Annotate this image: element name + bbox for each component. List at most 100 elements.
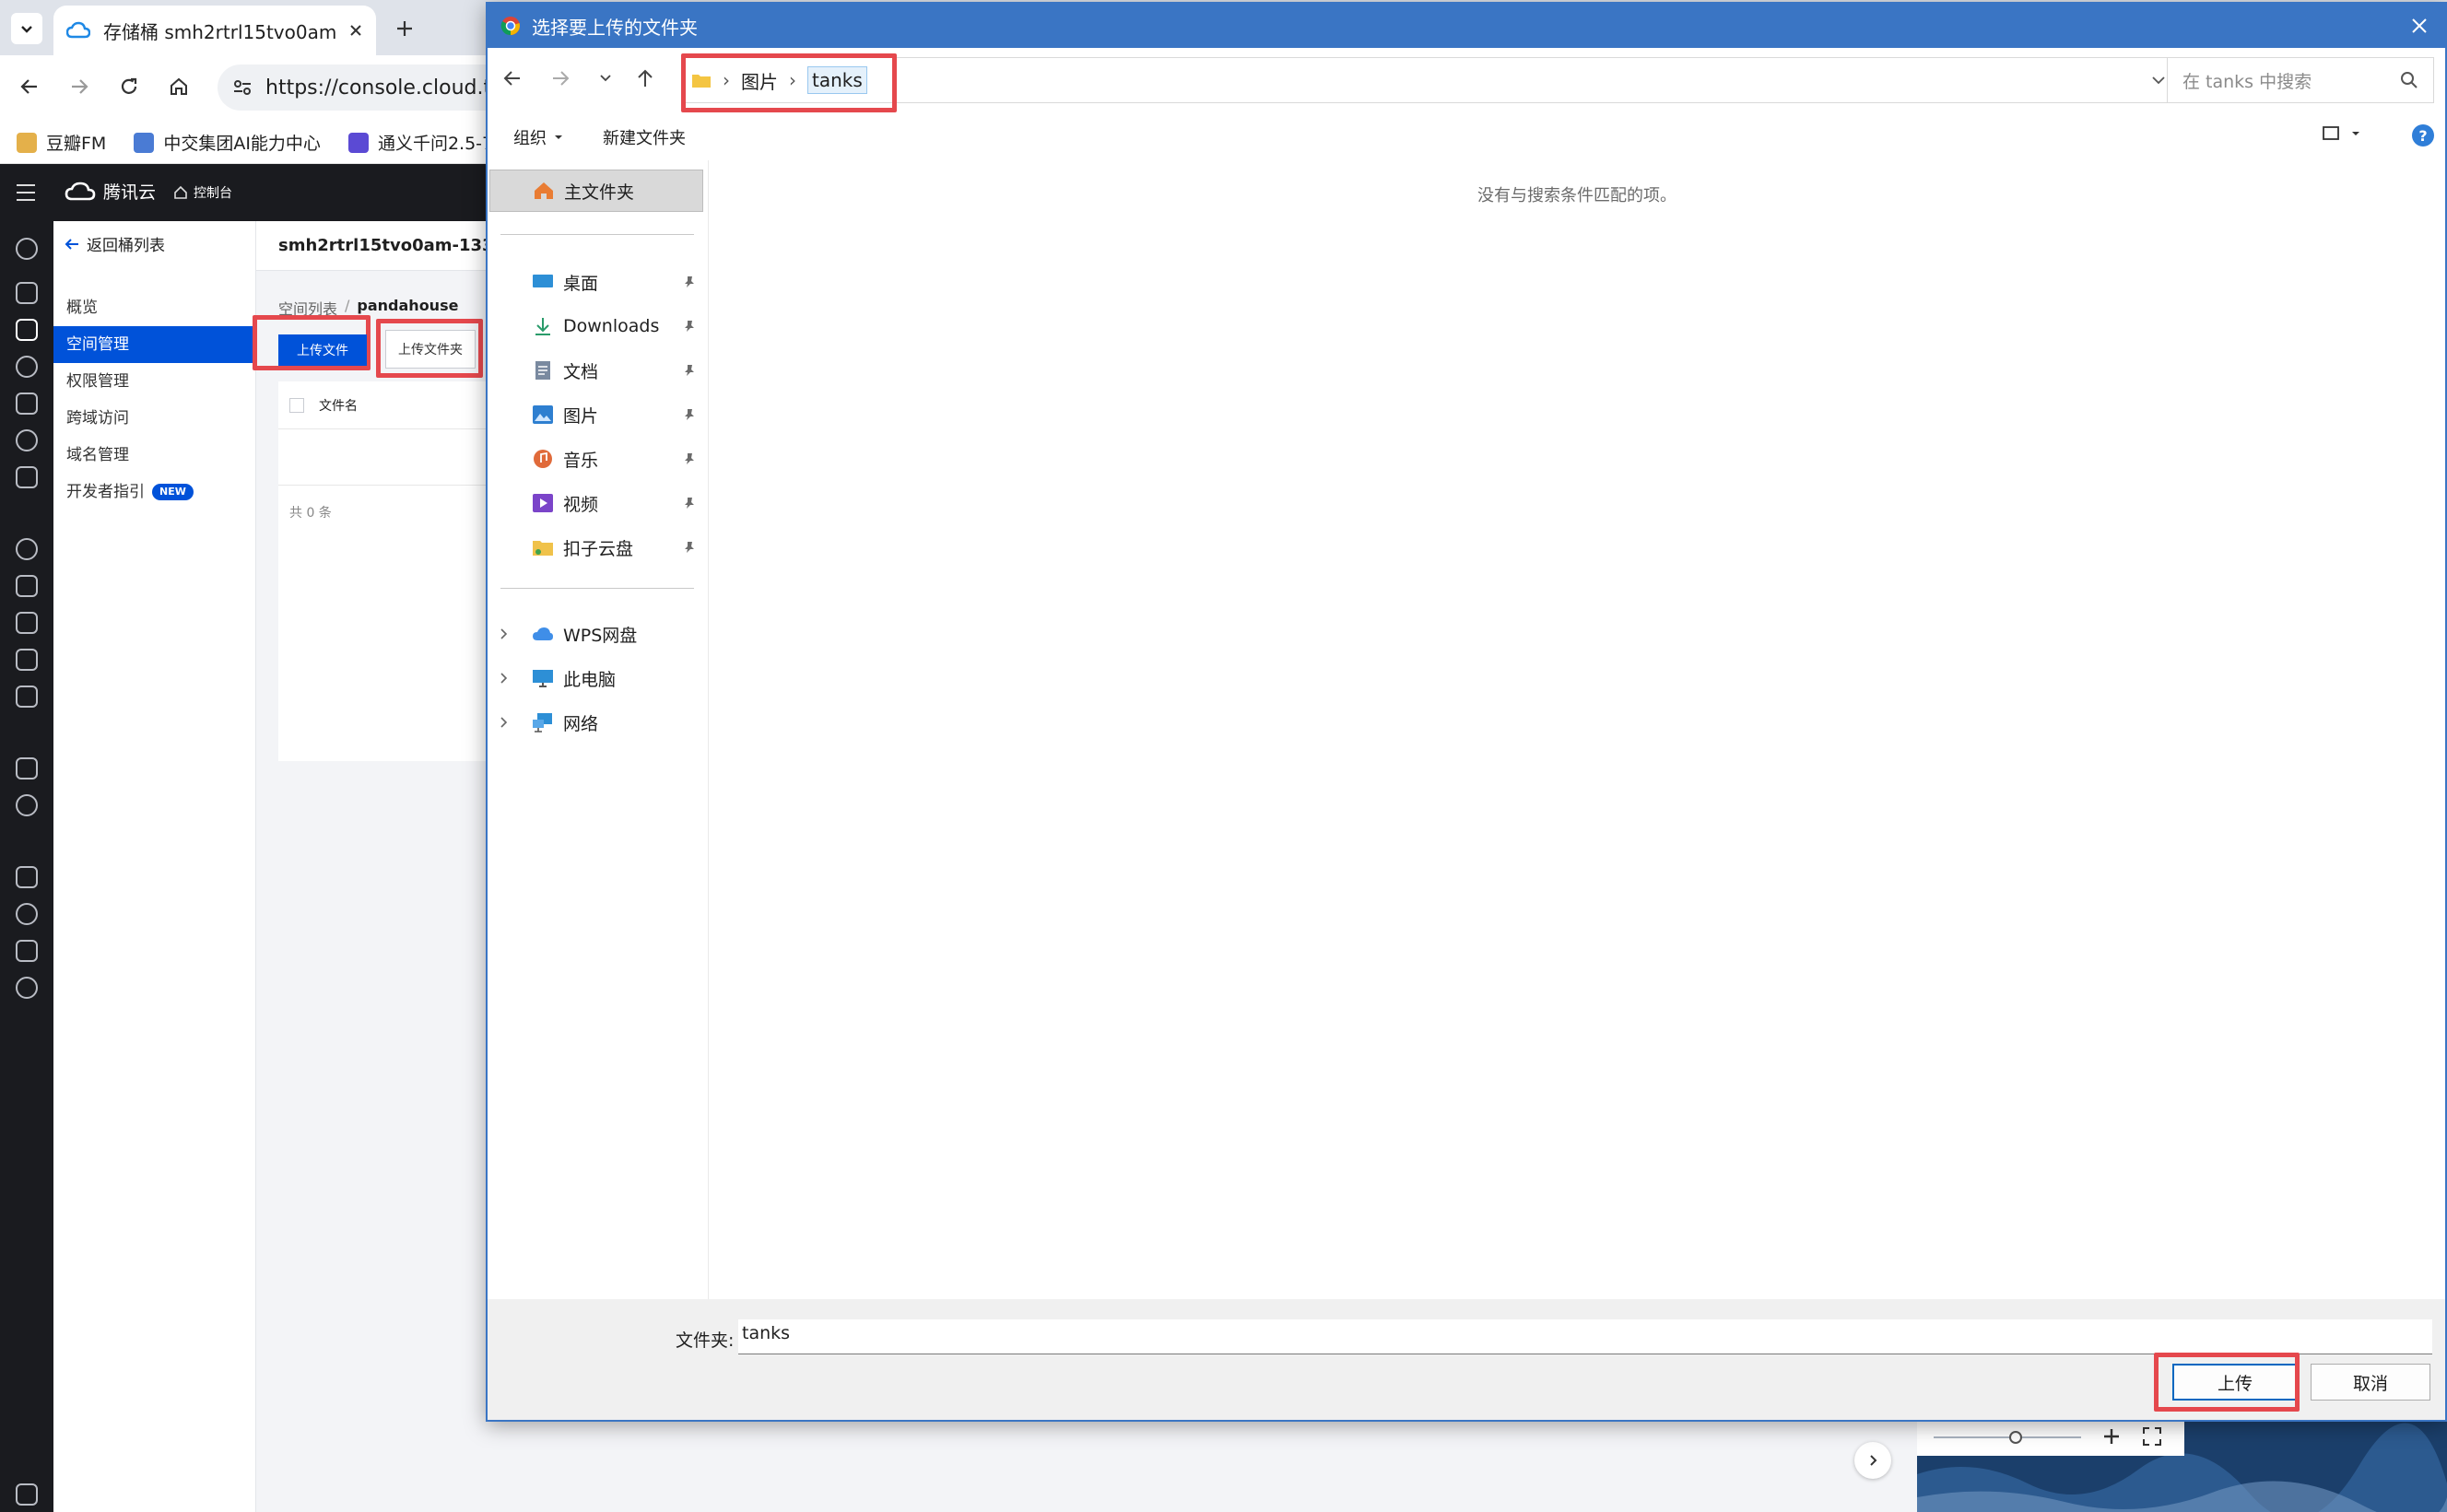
pin-icon[interactable] bbox=[683, 275, 696, 288]
back-label: 返回桶列表 bbox=[87, 237, 165, 255]
folder-name-value: tanks bbox=[742, 1323, 791, 1343]
sidebar-item-domains[interactable]: 域名管理 bbox=[53, 437, 256, 474]
sidebar-item-cors[interactable]: 跨域访问 bbox=[53, 400, 256, 437]
bookmark-item[interactable]: 通义千问2.5-7B bbox=[347, 130, 505, 155]
cancel-button[interactable]: 取消 bbox=[2311, 1364, 2430, 1401]
pin-icon[interactable] bbox=[683, 364, 696, 377]
chevron-right-icon[interactable] bbox=[499, 672, 510, 685]
product-database-icon[interactable] bbox=[16, 686, 38, 708]
pin-icon[interactable] bbox=[683, 408, 696, 421]
site-info-icon[interactable] bbox=[232, 77, 253, 98]
back-button[interactable] bbox=[11, 68, 48, 105]
product-link-icon[interactable] bbox=[16, 356, 38, 378]
sidebar-item-space-management[interactable]: 空间管理 bbox=[53, 326, 256, 363]
dialog-navigation-pane: 主文件夹 桌面 Downloads 文档 图片 音乐 视频 扣子云盘 WPS网盘… bbox=[488, 160, 709, 1299]
sidebar-item-overview[interactable]: 概览 bbox=[53, 289, 256, 326]
product-shield-icon[interactable] bbox=[16, 903, 38, 925]
zoom-slider-track[interactable] bbox=[1934, 1436, 2081, 1438]
brand[interactable]: 腾讯云 bbox=[65, 179, 156, 204]
forward-icon[interactable] bbox=[550, 68, 571, 88]
chevron-right-icon[interactable] bbox=[499, 716, 510, 729]
bookmark-item[interactable]: 豆瓣FM bbox=[17, 130, 106, 155]
up-icon[interactable] bbox=[635, 68, 655, 88]
console-home-link[interactable]: 控制台 bbox=[173, 183, 232, 202]
network-icon bbox=[533, 713, 552, 733]
zoom-slider-handle[interactable] bbox=[2009, 1431, 2022, 1444]
nav-item-desktop[interactable]: 桌面 bbox=[488, 260, 709, 304]
upload-folder-button[interactable]: 上传文件夹 bbox=[385, 330, 476, 369]
nav-item-videos[interactable]: 视频 bbox=[488, 481, 709, 525]
nav-item-documents[interactable]: 文档 bbox=[488, 348, 709, 393]
address-breadcrumb[interactable]: › 图片 › tanks bbox=[681, 57, 2187, 103]
product-chart-icon[interactable] bbox=[16, 940, 38, 962]
product-layers-icon[interactable] bbox=[16, 612, 38, 634]
chevron-right-icon[interactable] bbox=[499, 627, 510, 640]
back-to-bucket-list[interactable]: 返回桶列表 bbox=[65, 232, 165, 255]
product-hexagon-icon[interactable] bbox=[16, 238, 38, 260]
product-db-icon[interactable] bbox=[16, 866, 38, 888]
product-search-icon[interactable] bbox=[16, 538, 38, 560]
nav-item-coze-drive[interactable]: 扣子云盘 bbox=[488, 525, 709, 569]
new-tab-button[interactable] bbox=[389, 13, 420, 44]
folder-name-input[interactable]: tanks bbox=[738, 1319, 2432, 1354]
pin-icon[interactable] bbox=[683, 497, 696, 510]
close-icon[interactable] bbox=[348, 23, 363, 38]
view-icon bbox=[2323, 126, 2339, 140]
recent-locations-icon[interactable] bbox=[598, 70, 613, 85]
search-icon bbox=[2401, 72, 2418, 88]
pin-icon[interactable] bbox=[683, 541, 696, 554]
product-grid-icon[interactable] bbox=[16, 575, 38, 597]
nav-item-network[interactable]: 网络 bbox=[488, 700, 709, 744]
product-target-icon[interactable] bbox=[16, 429, 38, 451]
product-zoom-icon[interactable] bbox=[16, 794, 38, 816]
product-trash-icon[interactable] bbox=[16, 757, 38, 779]
product-monitor-icon[interactable] bbox=[16, 393, 38, 415]
select-all-checkbox[interactable] bbox=[289, 397, 304, 413]
organize-menu[interactable]: 组织 bbox=[513, 125, 563, 149]
caret-down-icon bbox=[2352, 132, 2359, 135]
product-list-icon[interactable] bbox=[16, 649, 38, 671]
pin-icon[interactable] bbox=[683, 452, 696, 465]
new-folder-button[interactable]: 新建文件夹 bbox=[603, 125, 686, 149]
nav-item-downloads[interactable]: Downloads bbox=[488, 304, 709, 348]
arrow-left-icon bbox=[65, 238, 78, 250]
arrow-right-icon bbox=[72, 79, 88, 94]
zoom-in-icon[interactable] bbox=[2101, 1426, 2122, 1447]
bookmark-favicon-icon bbox=[17, 132, 37, 153]
bookmark-label: 豆瓣FM bbox=[46, 134, 107, 154]
nav-item-this-pc[interactable]: 此电脑 bbox=[488, 656, 709, 700]
new-badge: NEW bbox=[152, 484, 194, 500]
next-button[interactable] bbox=[1854, 1442, 1891, 1479]
home-button[interactable] bbox=[160, 68, 197, 105]
folder-icon bbox=[533, 541, 553, 556]
close-icon bbox=[2412, 18, 2427, 33]
tab-search-button[interactable] bbox=[11, 13, 42, 44]
nav-item-wps-drive[interactable]: WPS网盘 bbox=[488, 612, 709, 656]
cloud-icon bbox=[533, 627, 553, 640]
nav-item-pictures[interactable]: 图片 bbox=[488, 393, 709, 437]
browser-tab-active[interactable]: 存储桶 smh2rtrl15tvo0am-13 bbox=[53, 6, 376, 55]
dialog-search-input[interactable]: 在 tanks 中搜索 bbox=[2167, 57, 2434, 103]
product-settings-icon[interactable] bbox=[16, 977, 38, 999]
back-icon[interactable] bbox=[502, 68, 523, 88]
pin-icon[interactable] bbox=[683, 320, 696, 333]
dialog-close-button[interactable] bbox=[2403, 9, 2436, 42]
help-icon[interactable]: ? bbox=[2412, 124, 2434, 147]
sidebar-item-permissions[interactable]: 权限管理 bbox=[53, 363, 256, 400]
view-options[interactable] bbox=[2322, 125, 2360, 142]
menu-icon[interactable] bbox=[15, 182, 37, 203]
collapse-rail-icon[interactable] bbox=[16, 1483, 38, 1506]
nav-item-music[interactable]: 音乐 bbox=[488, 437, 709, 481]
divider bbox=[500, 234, 694, 235]
fullscreen-icon[interactable] bbox=[2142, 1426, 2162, 1447]
product-box-icon[interactable] bbox=[16, 466, 38, 488]
product-dashboard-icon[interactable] bbox=[16, 282, 38, 304]
forward-button[interactable] bbox=[61, 68, 98, 105]
nav-item-home[interactable]: 主文件夹 bbox=[489, 170, 703, 212]
folder-field-label: 文件夹: bbox=[676, 1330, 735, 1351]
reload-button[interactable] bbox=[111, 68, 147, 105]
bookmark-item[interactable]: 中交集团AI能力中心 bbox=[134, 130, 321, 155]
sidebar-item-developer-guide[interactable]: 开发者指引 NEW bbox=[53, 474, 256, 510]
product-storage-icon[interactable] bbox=[16, 319, 38, 341]
upload-file-button[interactable]: 上传文件 bbox=[278, 334, 367, 366]
